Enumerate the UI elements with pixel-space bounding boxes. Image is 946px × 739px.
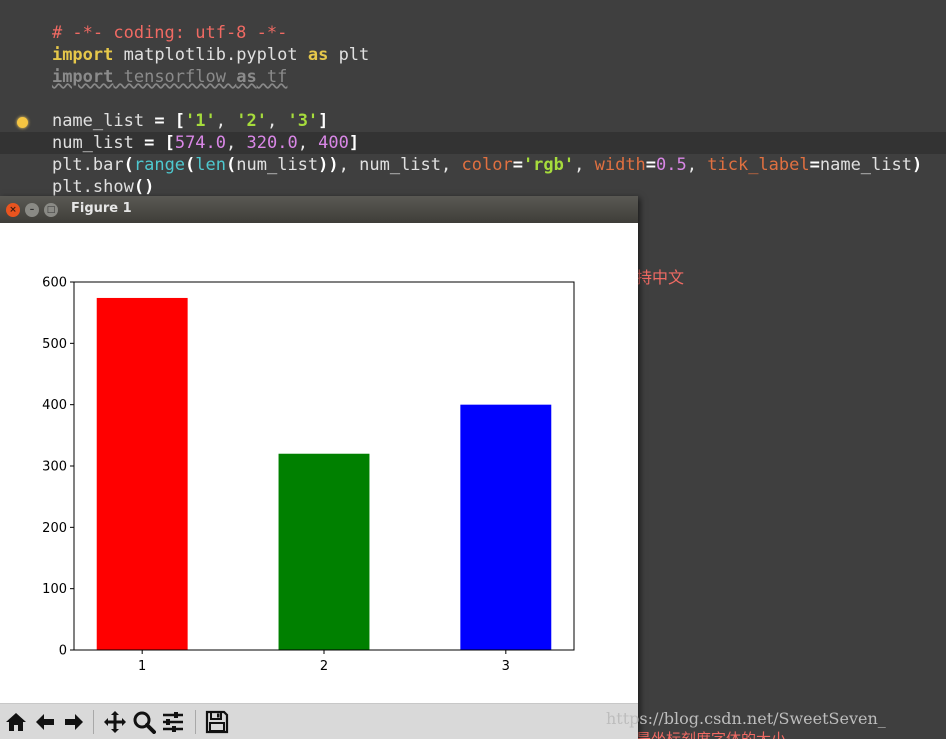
- pan-button[interactable]: [102, 709, 128, 735]
- code-line-2[interactable]: import matplotlib.pyplot as plt: [11, 22, 369, 65]
- window-title: Figure 1: [71, 201, 132, 216]
- as-keyword: as: [236, 67, 257, 87]
- subplots-config-icon: [163, 712, 183, 732]
- zoom-button[interactable]: [131, 709, 157, 735]
- comma: ,: [441, 155, 462, 175]
- home-button[interactable]: [3, 709, 29, 735]
- module-alias: tf: [256, 67, 288, 87]
- comma: ,: [574, 155, 595, 175]
- module-alias: plt: [328, 45, 370, 65]
- comma: ,: [338, 155, 360, 175]
- toolbar-separator: [195, 710, 196, 734]
- paren: ): [911, 155, 923, 175]
- paren: )): [318, 155, 339, 175]
- y-tick-label: 300: [42, 460, 67, 475]
- forward-button[interactable]: [61, 709, 87, 735]
- operator: =: [645, 155, 657, 175]
- x-tick-label: 2: [320, 659, 328, 674]
- x-tick-label: 1: [138, 659, 146, 674]
- bar-2: [278, 453, 370, 650]
- bars: [96, 297, 552, 650]
- home-icon: [6, 713, 26, 731]
- bar-1: [96, 297, 188, 650]
- string-literal: 'rgb': [522, 155, 575, 175]
- plot-canvas[interactable]: 0 100 200 300 400 500 600 1 2 3: [0, 223, 638, 703]
- code-line-3[interactable]: import tensorflow as tf: [11, 44, 287, 87]
- as-keyword: as: [307, 45, 329, 65]
- keyword-argument: color: [461, 155, 513, 175]
- back-arrow-icon: [36, 714, 54, 730]
- operator: =: [512, 155, 523, 175]
- y-tick-label: 600: [42, 276, 67, 291]
- close-button[interactable]: ×: [6, 203, 20, 217]
- number-literal: 0.5: [656, 155, 687, 175]
- import-keyword: import: [51, 67, 114, 87]
- window-titlebar[interactable]: × – □ Figure 1: [0, 196, 638, 223]
- code-line-8[interactable]: plt.show(): [11, 154, 154, 197]
- paren: (: [226, 155, 237, 175]
- navigation-toolbar: [0, 703, 638, 739]
- module-name: tensorflow: [113, 67, 237, 87]
- argument: name_list: [819, 155, 912, 175]
- toolbar-separator: [93, 710, 94, 734]
- keyword-argument: tick_label: [707, 155, 810, 175]
- code-line-1[interactable]: # -*- coding: utf-8 -*-: [11, 0, 287, 43]
- save-button[interactable]: [204, 709, 230, 735]
- code-line-5[interactable]: name_list = ['1', '2', '3']: [11, 88, 328, 131]
- minimize-button[interactable]: –: [25, 203, 39, 217]
- paren: (): [133, 177, 155, 197]
- bar-chart: 0 100 200 300 400 500 600 1 2 3: [42, 276, 575, 674]
- back-button[interactable]: [32, 709, 58, 735]
- builtin-len: len: [195, 155, 227, 175]
- y-tick-label: 500: [42, 337, 67, 352]
- forward-arrow-icon: [65, 714, 83, 730]
- maximize-button[interactable]: □: [44, 203, 58, 217]
- paren: (: [185, 155, 196, 175]
- comma: ,: [686, 155, 708, 175]
- y-tick-label: 0: [59, 644, 67, 659]
- pan-icon: [104, 711, 126, 733]
- y-tick-label: 200: [42, 521, 67, 536]
- x-tick-label: 3: [502, 659, 510, 674]
- background-comment-fragment: 持中文: [636, 268, 685, 287]
- y-tick-label: 400: [42, 398, 67, 413]
- y-axis-ticks: 0 100 200 300 400 500 600: [42, 276, 74, 659]
- operator: =: [809, 155, 820, 175]
- bar-3: [460, 404, 552, 650]
- save-icon: [205, 710, 229, 734]
- argument: num_list: [359, 155, 442, 175]
- code-line-7[interactable]: plt.bar(range(len(num_list)), num_list, …: [11, 132, 922, 175]
- background-comment-fragment: 是坐标刻度字体的大小: [636, 730, 787, 739]
- keyword-argument: width: [594, 155, 646, 175]
- function-call: plt.show: [51, 177, 134, 197]
- x-axis-ticks: 1 2 3: [138, 650, 510, 674]
- code-line-6[interactable]: num_list = [574.0, 320.0, 400]: [11, 110, 359, 153]
- watermark-text: https://blog.csdn.net/SweetSeven_: [606, 709, 886, 728]
- zoom-icon: [133, 711, 156, 734]
- y-tick-label: 100: [42, 582, 67, 597]
- figure-window[interactable]: × – □ Figure 1 0 100 200 300 400 500 600 1 2 3: [0, 196, 638, 739]
- argument: num_list: [236, 155, 319, 175]
- subplots-button[interactable]: [160, 709, 186, 735]
